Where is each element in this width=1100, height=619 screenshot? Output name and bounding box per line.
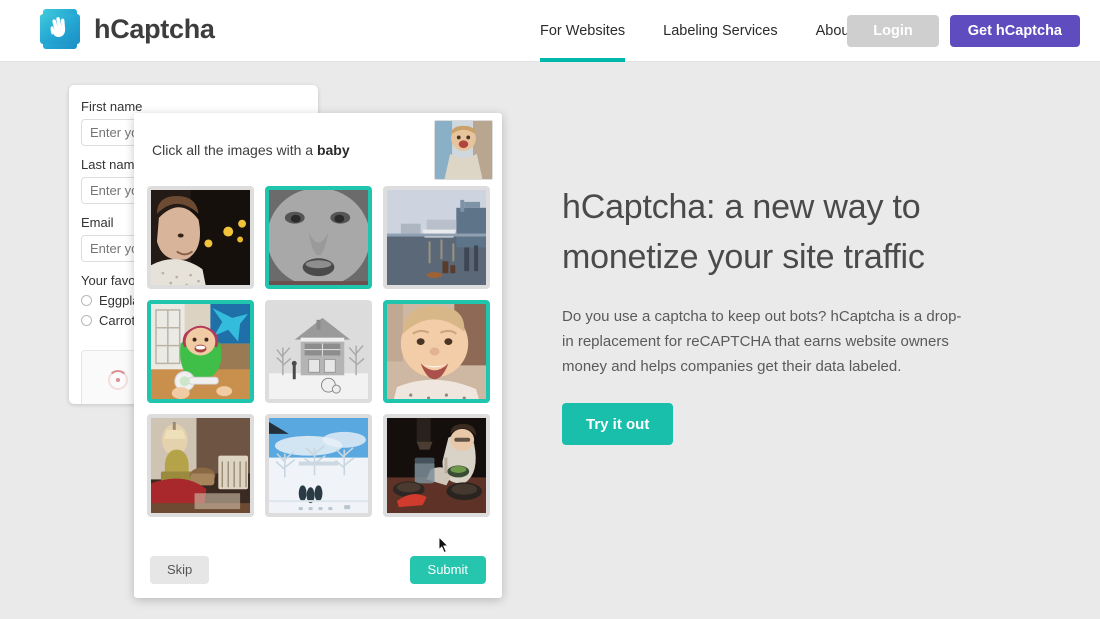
captcha-tile-6[interactable] xyxy=(146,414,254,517)
captcha-header: Click all the images with a baby xyxy=(134,113,502,186)
hero-title: hCaptcha: a new way to monetize your sit… xyxy=(562,188,925,276)
captcha-image-grid xyxy=(134,186,502,517)
captcha-footer: Skip Submit xyxy=(134,541,502,598)
captcha-tile-1[interactable] xyxy=(264,186,372,289)
radio-circle-icon xyxy=(81,315,92,326)
brand[interactable]: hCaptcha xyxy=(38,7,215,51)
brand-name: hCaptcha xyxy=(94,13,215,44)
main-nav: For Websites Labeling Services About xyxy=(540,0,854,62)
login-button[interactable]: Login xyxy=(847,15,939,47)
first-name-label: First name xyxy=(81,99,143,114)
waving-hand-logo-icon xyxy=(38,7,82,51)
hero-section: hCaptcha: a new way to monetize your sit… xyxy=(562,182,982,445)
captcha-tile-3[interactable] xyxy=(146,300,254,403)
captcha-example-thumbnail xyxy=(434,119,493,180)
hero-body: Do you use a captcha to keep out bots? h… xyxy=(562,308,962,375)
loading-spinner-icon xyxy=(108,370,128,390)
captcha-modal: Click all the images with a baby Skip Su… xyxy=(134,113,502,598)
captcha-prompt: Click all the images with a baby xyxy=(152,142,350,158)
captcha-tile-2[interactable] xyxy=(382,186,490,289)
header-buttons: Login Get hCaptcha xyxy=(847,15,1080,47)
captcha-tile-7[interactable] xyxy=(264,414,372,517)
captcha-tile-5[interactable] xyxy=(382,300,490,403)
site-header: hCaptcha For Websites Labeling Services … xyxy=(0,0,1100,62)
try-it-out-button[interactable]: Try it out xyxy=(562,403,674,445)
get-hcaptcha-button[interactable]: Get hCaptcha xyxy=(949,15,1080,47)
submit-button[interactable]: Submit xyxy=(409,555,486,584)
skip-button[interactable]: Skip xyxy=(150,555,210,584)
radio-circle-icon xyxy=(81,295,92,306)
captcha-prompt-prefix: Click all the images with a xyxy=(152,141,317,158)
captcha-tile-4[interactable] xyxy=(264,300,372,403)
nav-item-labeling-services[interactable]: Labeling Services xyxy=(663,0,777,62)
nav-item-for-websites[interactable]: For Websites xyxy=(540,0,626,62)
captcha-prompt-target: baby xyxy=(316,141,350,158)
radio-label-carrot: Carrot xyxy=(99,313,136,328)
captcha-tile-8[interactable] xyxy=(382,414,490,517)
captcha-tile-0[interactable] xyxy=(146,186,254,289)
